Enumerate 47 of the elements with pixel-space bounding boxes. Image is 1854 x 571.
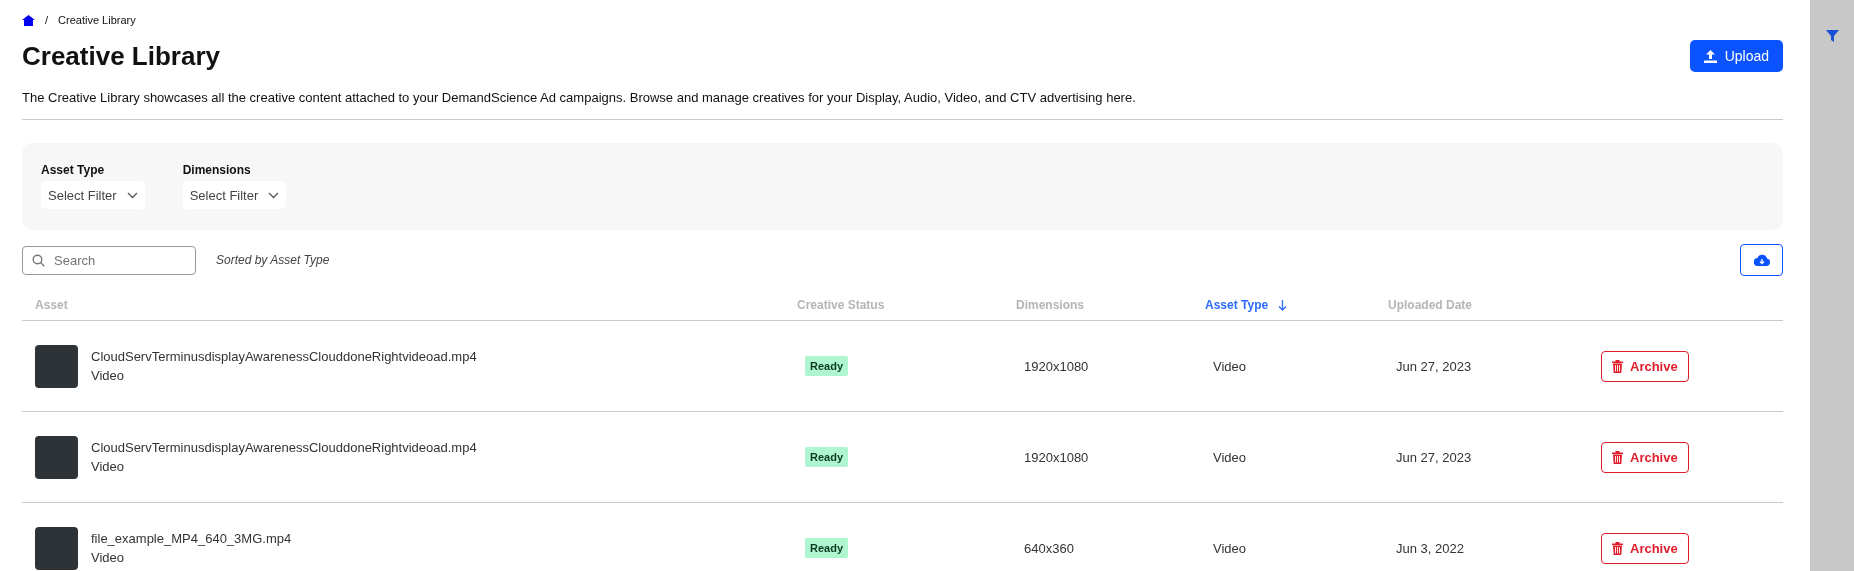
filter-label: Asset Type <box>41 163 106 177</box>
chevron-down-icon <box>268 191 280 199</box>
asset-type-cell: Video <box>1213 449 1246 465</box>
chevron-down-icon <box>126 191 138 199</box>
home-icon[interactable] <box>22 14 35 26</box>
page-title: Creative Library <box>22 40 220 72</box>
uploaded-date-cell: Jun 27, 2023 <box>1396 449 1472 465</box>
archive-button[interactable]: Archive <box>1601 350 1689 382</box>
dimensions-cell: 640x360 <box>1024 540 1074 556</box>
video-thumbnail <box>35 435 78 479</box>
filter-dropdown[interactable]: Select Filter <box>41 181 145 209</box>
search-field[interactable]: Search <box>22 245 196 275</box>
filter-icon[interactable] <box>1825 30 1839 42</box>
dimensions-cell: 1920x1080 <box>1024 449 1089 465</box>
video-thumbnail <box>35 344 78 388</box>
description: The Creative Library showcases all the creative content attached to your DemandScience Ad campaigns. Browse and manage creatives for your Display, Audio, Video, and CTV advertising here. <box>22 90 1137 105</box>
file-type: Video <box>91 549 125 567</box>
uploaded-date-cell: Jun 3, 2022 <box>1396 540 1464 556</box>
asset-type-cell: Video <box>1213 358 1246 374</box>
sort-note: Sorted by Asset Type <box>216 253 330 267</box>
cloud-download-icon <box>1753 254 1770 266</box>
asset-type-cell: Video <box>1213 540 1246 556</box>
column-header[interactable]: Asset Type <box>1205 278 1388 320</box>
archive-button[interactable]: Archive <box>1601 532 1689 564</box>
breadcrumb-current: Creative Library <box>58 14 136 26</box>
video-thumbnail <box>35 526 78 570</box>
uploaded-date-cell: Jun 27, 2023 <box>1396 358 1472 374</box>
filter-label: Dimensions <box>182 163 252 177</box>
trash-icon <box>1612 541 1623 555</box>
upload-icon <box>1703 49 1717 63</box>
file-name: file_example_MP4_640_3MG.mp4 <box>91 530 292 548</box>
filter-dropdown[interactable]: Select Filter <box>182 181 287 209</box>
dimensions-cell: 1920x1080 <box>1024 358 1089 374</box>
upload-button[interactable]: Upload <box>1689 40 1783 72</box>
status-badge: Ready <box>805 356 849 376</box>
file-type: Video <box>91 458 125 476</box>
file-name: CloudServTerminusdisplayAwarenessClouddoneRightvideoad.mp4 <box>91 348 477 366</box>
file-type: Video <box>91 367 125 385</box>
download-button[interactable] <box>1740 244 1783 276</box>
breadcrumb-separator: / <box>45 14 49 26</box>
file-name: CloudServTerminusdisplayAwarenessClouddoneRightvideoad.mp4 <box>91 439 477 457</box>
status-badge: Ready <box>805 538 849 558</box>
trash-icon <box>1612 359 1623 373</box>
archive-button[interactable]: Archive <box>1601 441 1689 473</box>
trash-icon <box>1612 450 1623 464</box>
status-badge: Ready <box>805 447 849 467</box>
arrow-down-icon <box>1278 299 1288 311</box>
